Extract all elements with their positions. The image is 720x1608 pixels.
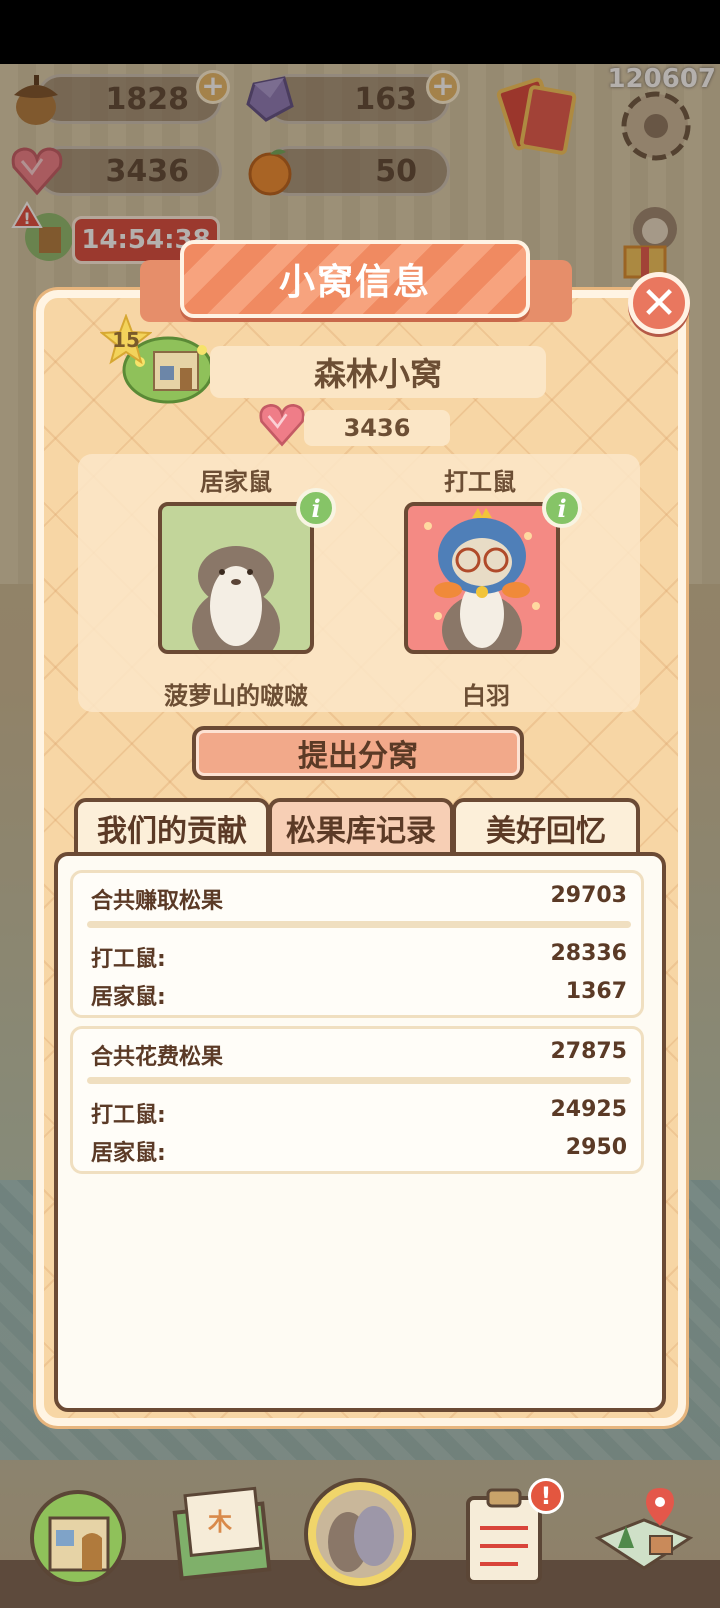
divider (87, 1077, 631, 1084)
nest-heart-value: 3436 (304, 410, 450, 446)
spent-worker-row: 打工鼠: 24925 (91, 1097, 627, 1129)
home-mouse-name: 菠萝山的啵啵 (164, 682, 308, 710)
home-mouse-avatar[interactable] (158, 502, 314, 654)
earned-home-row: 居家鼠: 1367 (91, 979, 627, 1011)
spent-summary-card: 合共花费松果 27875 打工鼠: 24925 居家鼠: 2950 (70, 1026, 644, 1174)
earned-worker-value: 28336 (550, 941, 627, 966)
status-bar (0, 0, 720, 64)
tab-memories-label: 美好回忆 (486, 814, 606, 849)
close-button[interactable]: ✕ (628, 272, 690, 334)
earned-worker-row: 打工鼠: 28336 (91, 941, 627, 973)
dialog-title-text: 小窝信息 (278, 262, 431, 303)
earned-total-row: 合共赚取松果 29703 (91, 883, 627, 915)
tab-contribution-label: 我们的贡献 (97, 814, 247, 849)
spent-worker-label: 打工鼠: (91, 1103, 166, 1128)
level-star-icon: 15 (100, 314, 152, 366)
spent-home-value: 2950 (565, 1135, 627, 1160)
spent-home-row: 居家鼠: 2950 (91, 1135, 627, 1167)
nest-name: 森林小窝 (210, 346, 546, 398)
earned-summary-card: 合共赚取松果 29703 打工鼠: 28336 居家鼠: 1367 (70, 870, 644, 1018)
divider (87, 921, 631, 928)
nav-friends-icon[interactable] (302, 1476, 418, 1592)
spent-total-label: 合共花费松果 (91, 1045, 224, 1070)
earned-total-label: 合共赚取松果 (91, 889, 224, 914)
work-role-label: 打工鼠 (444, 468, 516, 496)
home-mouse-info-button[interactable]: i (296, 488, 336, 528)
work-mouse-name: 白羽 (462, 682, 510, 710)
tab-memories[interactable]: 美好回忆 (452, 798, 640, 854)
split-nest-label: 提出分窝 (298, 739, 418, 774)
nav-home-icon[interactable] (20, 1476, 136, 1592)
svg-text:木: 木 (207, 1508, 233, 1536)
earned-home-label: 居家鼠: (91, 985, 166, 1010)
work-mouse-avatar[interactable] (404, 502, 560, 654)
tab-pinecone-records-label: 松果库记录 (286, 814, 436, 849)
nav-map-icon[interactable] (586, 1476, 702, 1592)
dialog-title: 小窝信息 (180, 240, 530, 318)
nest-heart-value-text: 3436 (343, 414, 411, 442)
nav-mail-icon[interactable]: 木 (164, 1476, 280, 1592)
earned-home-value: 1367 (565, 979, 627, 1004)
tasks-alert-badge: ! (528, 1478, 564, 1514)
split-nest-button[interactable]: 提出分窝 (192, 726, 524, 780)
level-number: 15 (112, 328, 140, 352)
work-mouse-info-button[interactable]: i (542, 488, 582, 528)
heart-gem-icon (256, 400, 308, 452)
spent-home-label: 居家鼠: (91, 1141, 166, 1166)
spent-worker-value: 24925 (550, 1097, 627, 1122)
spent-total-row: 合共花费松果 27875 (91, 1039, 627, 1071)
earned-worker-label: 打工鼠: (91, 947, 166, 972)
nest-name-text: 森林小窝 (313, 355, 442, 393)
home-role-label: 居家鼠 (200, 468, 272, 496)
earned-total-value: 29703 (550, 883, 627, 908)
tab-contribution[interactable]: 我们的贡献 (74, 798, 270, 854)
spent-total-value: 27875 (550, 1039, 627, 1064)
tab-pinecone-records[interactable]: 松果库记录 (268, 798, 454, 854)
